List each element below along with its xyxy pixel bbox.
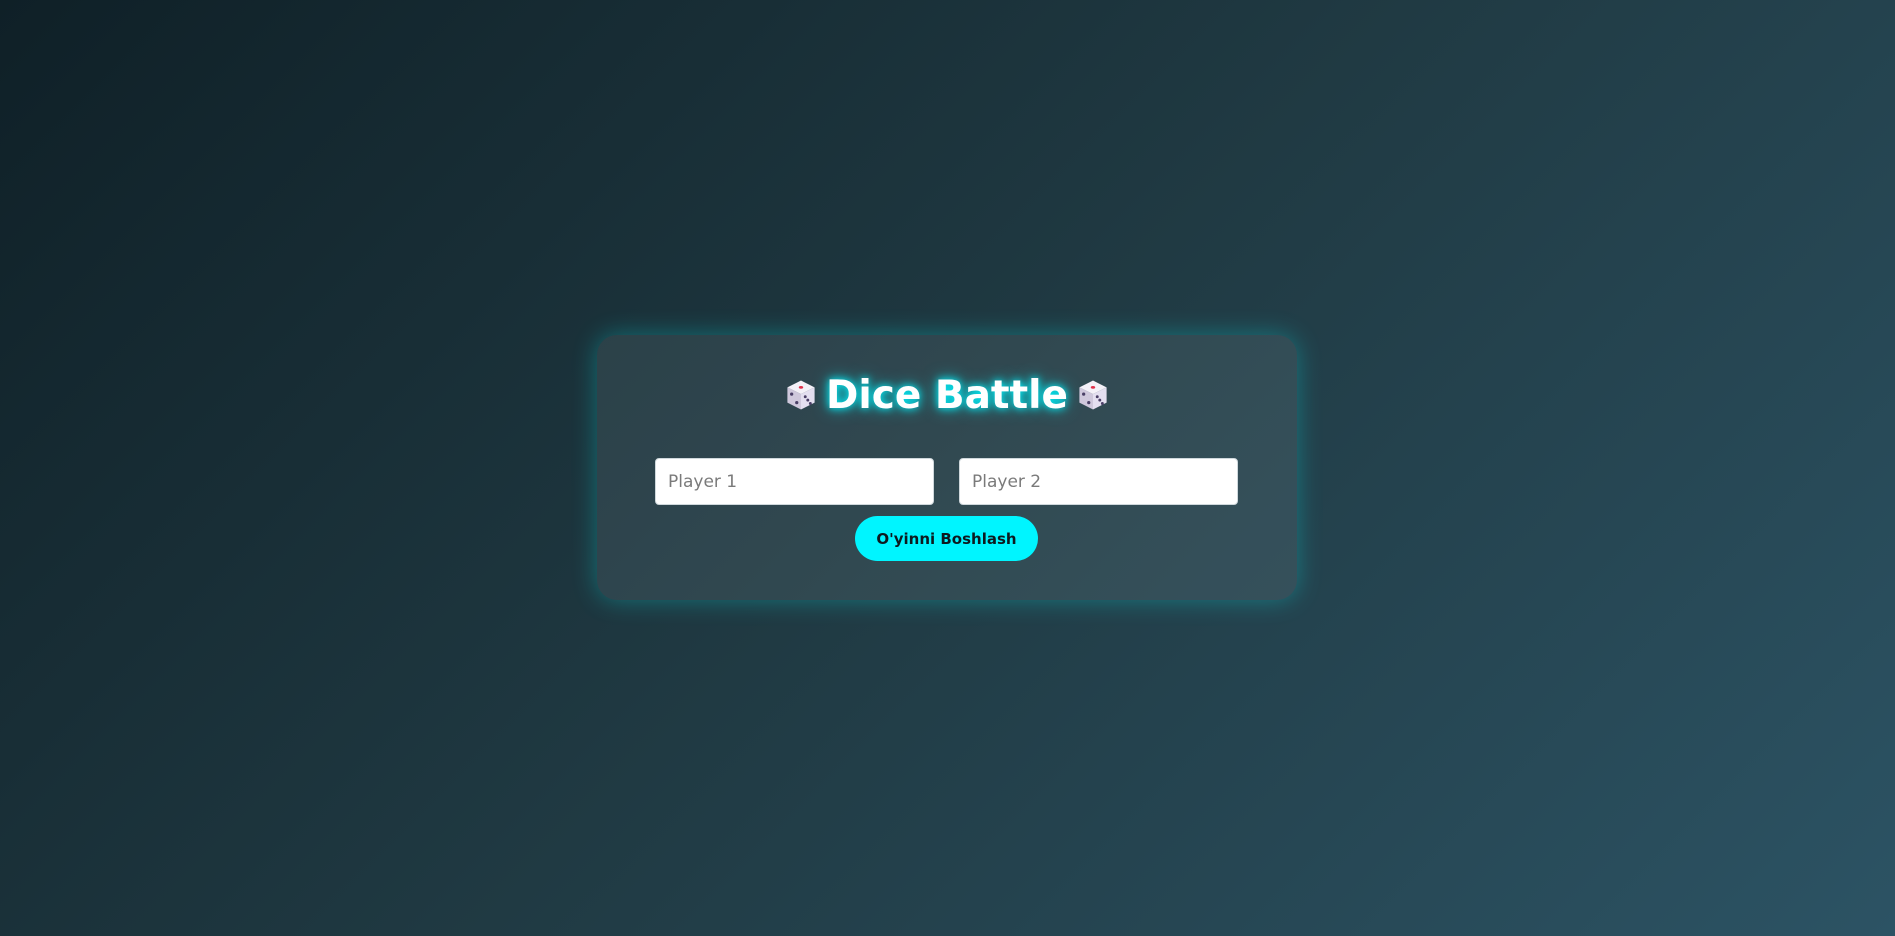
- page-background: { "title": { "text": "Dice Battle", "lef…: [0, 0, 1895, 936]
- dice-icon: [787, 380, 815, 410]
- dice-icon: [1079, 380, 1107, 410]
- title-text: Dice Battle: [825, 373, 1069, 418]
- setup-card: Dice Battle O'yinni Boshlash: [597, 335, 1297, 600]
- start-game-button[interactable]: O'yinni Boshlash: [855, 516, 1038, 561]
- page-title: Dice Battle: [597, 373, 1297, 418]
- player1-input[interactable]: [655, 458, 934, 505]
- player-inputs: [655, 458, 1238, 505]
- player2-input[interactable]: [959, 458, 1238, 505]
